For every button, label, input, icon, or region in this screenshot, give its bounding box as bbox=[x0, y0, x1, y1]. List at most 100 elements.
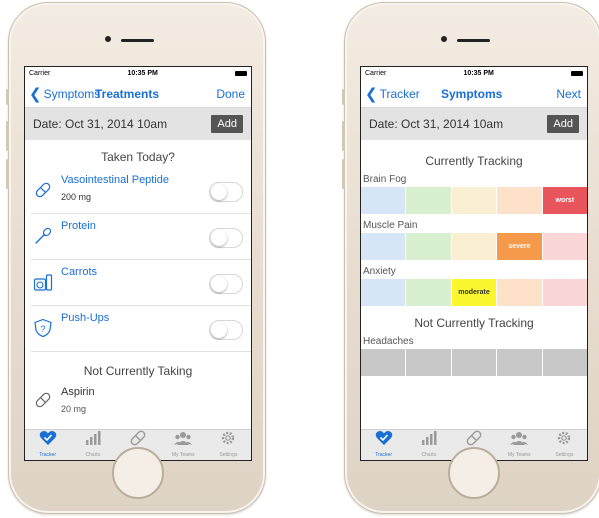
tab-label: Charts bbox=[421, 452, 437, 458]
tab-settings[interactable]: Settings bbox=[542, 430, 587, 460]
severity-bar[interactable]: severe bbox=[361, 233, 587, 260]
severity-segment[interactable] bbox=[497, 187, 542, 214]
severity-segment[interactable] bbox=[406, 187, 451, 214]
date-bar: Date: Oct 31, 2014 10am Add bbox=[25, 108, 251, 140]
severity-bar[interactable]: moderate bbox=[361, 279, 587, 306]
severity-bar[interactable] bbox=[361, 349, 587, 376]
symptom-name: Brain Fog bbox=[363, 174, 407, 185]
severity-segment[interactable] bbox=[451, 187, 497, 214]
screen-symptoms: Carrier 10:35 PM ❮ Tracker Symptoms Next… bbox=[360, 66, 588, 461]
back-label: Symptoms bbox=[43, 86, 101, 101]
tab-label: Settings bbox=[219, 452, 238, 458]
tab-label: Charts bbox=[85, 452, 101, 458]
add-button[interactable]: Add bbox=[547, 115, 579, 133]
date-text[interactable]: Date: Oct 31, 2014 10am bbox=[369, 117, 503, 131]
done-button[interactable]: Done bbox=[216, 87, 245, 101]
screen-treatments: Carrier 10:35 PM ❮ Symptoms Treatments D… bbox=[24, 66, 252, 461]
exercise-icon: ? bbox=[33, 318, 53, 338]
tab-my-teams[interactable]: My Teams bbox=[161, 430, 206, 460]
nav-bar: ❮ Tracker Symptoms Next bbox=[361, 80, 587, 108]
back-label: Tracker bbox=[379, 86, 420, 101]
taken-today-header: Taken Today? bbox=[101, 150, 175, 164]
gear-icon bbox=[219, 430, 237, 452]
tab-charts[interactable]: Charts bbox=[406, 430, 451, 460]
phone-right: Carrier 10:35 PM ❮ Tracker Symptoms Next… bbox=[342, 2, 599, 514]
treatment-name: Vasointestinal Peptide bbox=[61, 174, 170, 186]
symptom-name: Muscle Pain bbox=[363, 220, 418, 231]
team-icon bbox=[174, 430, 193, 452]
tab-settings[interactable]: Settings bbox=[206, 430, 251, 460]
not-taking-row[interactable]: Aspirin 20 mg bbox=[31, 380, 251, 426]
severity-segment[interactable] bbox=[361, 279, 406, 306]
next-button[interactable]: Next bbox=[556, 87, 581, 101]
severity-segment[interactable] bbox=[497, 279, 542, 306]
tab-label: Tracker bbox=[39, 452, 56, 458]
severity-segment[interactable] bbox=[361, 349, 406, 376]
severity-segment[interactable] bbox=[451, 233, 497, 260]
severity-segment[interactable] bbox=[406, 349, 451, 376]
severity-segment[interactable]: severe bbox=[497, 233, 542, 260]
treatment-name: Protein bbox=[61, 220, 96, 232]
volume-down-button bbox=[6, 159, 9, 189]
home-button bbox=[112, 447, 164, 499]
earpiece bbox=[121, 39, 154, 42]
severity-segment[interactable] bbox=[542, 279, 587, 306]
svg-text:?: ? bbox=[40, 324, 45, 334]
clock: 10:35 PM bbox=[127, 70, 158, 77]
tab-tracker[interactable]: Tracker bbox=[361, 430, 406, 460]
taken-toggle[interactable] bbox=[209, 182, 243, 202]
heart-check-icon bbox=[39, 430, 57, 452]
toggle-knob bbox=[211, 276, 227, 292]
toggle-knob bbox=[211, 184, 227, 200]
tab-my-teams[interactable]: My Teams bbox=[497, 430, 542, 460]
severity-segment[interactable] bbox=[406, 279, 451, 306]
severity-segment[interactable] bbox=[497, 349, 542, 376]
front-camera bbox=[105, 36, 111, 42]
tab-label: My Teams bbox=[507, 452, 531, 458]
carrier-label: Carrier bbox=[365, 70, 387, 77]
treatment-name: Push-Ups bbox=[61, 312, 110, 324]
food-icon bbox=[33, 272, 53, 292]
tab-charts[interactable]: Charts bbox=[70, 430, 115, 460]
symptom-name: Headaches bbox=[363, 336, 414, 347]
severity-segment[interactable] bbox=[361, 187, 406, 214]
add-button[interactable]: Add bbox=[211, 115, 243, 133]
severity-segment[interactable] bbox=[542, 233, 587, 260]
pill-icon bbox=[33, 180, 53, 200]
chevron-left-icon: ❮ bbox=[29, 85, 42, 103]
severity-segment[interactable] bbox=[406, 233, 451, 260]
pill-icon bbox=[33, 390, 53, 410]
not-taking-header: Not Currently Taking bbox=[83, 364, 193, 378]
page-title: Symptoms bbox=[441, 86, 503, 101]
volume-up-button bbox=[6, 121, 9, 151]
mute-switch bbox=[6, 89, 9, 105]
tab-tracker[interactable]: Tracker bbox=[25, 430, 70, 460]
severity-bar[interactable]: worst bbox=[361, 187, 587, 214]
severity-segment[interactable]: moderate bbox=[451, 279, 497, 306]
date-text[interactable]: Date: Oct 31, 2014 10am bbox=[33, 117, 167, 131]
bar-chart-icon bbox=[84, 430, 102, 452]
chevron-left-icon: ❮ bbox=[365, 85, 378, 103]
severity-label: severe bbox=[508, 243, 531, 250]
treatment-row[interactable]: Protein bbox=[31, 214, 251, 260]
taken-toggle[interactable] bbox=[209, 320, 243, 340]
severity-segment[interactable] bbox=[361, 233, 406, 260]
severity-segment[interactable] bbox=[542, 349, 587, 376]
mute-switch bbox=[342, 89, 345, 105]
treatment-dose: 20 mg bbox=[61, 404, 87, 414]
taken-toggle[interactable] bbox=[209, 274, 243, 294]
treatment-row[interactable]: ? Push-Ups bbox=[31, 306, 251, 352]
back-button[interactable]: ❮ Tracker bbox=[365, 85, 420, 103]
taken-toggle[interactable] bbox=[209, 228, 243, 248]
severity-label: worst bbox=[555, 197, 575, 204]
treatment-row[interactable]: Carrots bbox=[31, 260, 251, 306]
status-bar: Carrier 10:35 PM bbox=[25, 67, 251, 80]
team-icon bbox=[510, 430, 529, 452]
severity-segment[interactable] bbox=[451, 349, 497, 376]
treatment-row[interactable]: Vasointestinal Peptide 200 mg bbox=[31, 168, 251, 214]
symptom-row: Anxiety moderate bbox=[361, 266, 587, 306]
back-button[interactable]: ❮ Symptoms bbox=[29, 85, 100, 103]
volume-down-button bbox=[342, 159, 345, 189]
severity-segment[interactable]: worst bbox=[542, 187, 587, 214]
heart-check-icon bbox=[375, 430, 393, 452]
